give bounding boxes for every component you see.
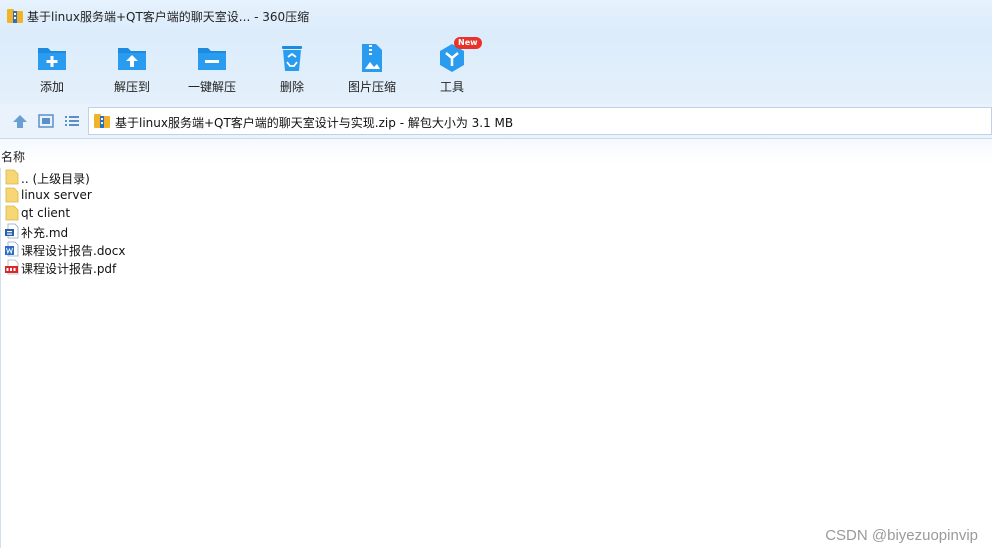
- extract-to-label: 解压到: [113, 80, 150, 94]
- recycle-bin-icon: [282, 46, 302, 71]
- one-click-extract-icon: [198, 48, 226, 70]
- up-arrow-icon[interactable]: [12, 114, 28, 128]
- tools-label: 工具: [439, 80, 464, 94]
- list-item-label: .. (上级目录): [21, 172, 90, 186]
- extract-to-button[interactable]: 解压到: [96, 38, 168, 100]
- list-item-md-file[interactable]: 补充.md: [3, 222, 403, 240]
- delete-button[interactable]: 删除: [256, 38, 328, 100]
- add-button[interactable]: 添加: [16, 38, 88, 100]
- folder-icon: [5, 205, 19, 221]
- image-compress-icon: [362, 44, 382, 72]
- image-compress-button[interactable]: 图片压缩: [336, 38, 408, 100]
- markdown-file-icon: [5, 223, 19, 239]
- 360zip-app-icon: [7, 9, 23, 23]
- add-label: 添加: [39, 80, 64, 94]
- list-item-label: 课程设计报告.pdf: [21, 262, 117, 276]
- one-click-extract-label: 一键解压: [187, 80, 236, 94]
- word-file-icon: [5, 241, 19, 257]
- address-path: 基于linux服务端+QT客户端的聊天室设计与实现.zip - 解包大小为 3.…: [115, 116, 514, 130]
- pdf-file-icon: [5, 259, 19, 275]
- title-bar: 基于linux服务端+QT客户端的聊天室设... - 360压缩: [0, 0, 992, 32]
- window-title: 基于linux服务端+QT客户端的聊天室设... - 360压缩: [27, 10, 310, 24]
- list-item-parent-dir[interactable]: .. (上级目录): [3, 168, 403, 186]
- list-item-docx-file[interactable]: 课程设计报告.docx: [3, 240, 403, 258]
- extract-to-icon: [118, 48, 146, 70]
- one-click-extract-button[interactable]: 一键解压: [176, 38, 248, 100]
- new-badge: New: [454, 37, 482, 49]
- thumbnail-view-icon[interactable]: [38, 114, 54, 128]
- list-view-icon[interactable]: [64, 114, 80, 128]
- column-name-header[interactable]: 名称: [1, 148, 25, 165]
- zip-file-icon: [94, 114, 110, 128]
- address-row: 基于linux服务端+QT客户端的聊天室设计与实现.zip - 解包大小为 3.…: [0, 104, 992, 139]
- tools-button[interactable]: New 工具: [416, 37, 488, 100]
- list-item-label: linux server: [21, 188, 92, 202]
- list-item-qt-client[interactable]: qt client: [3, 204, 403, 222]
- list-item-pdf-file[interactable]: 课程设计报告.pdf: [3, 258, 403, 276]
- file-list: .. (上级目录) linux server qt client 补充.md 课…: [0, 168, 992, 548]
- list-item-label: 课程设计报告.docx: [21, 244, 126, 258]
- image-compress-label: 图片压缩: [347, 80, 396, 94]
- delete-label: 删除: [279, 80, 304, 94]
- list-item-label: qt client: [21, 206, 71, 220]
- folder-icon: [5, 169, 19, 185]
- column-header: 名称: [0, 139, 992, 165]
- list-item-linux-server[interactable]: linux server: [3, 186, 403, 204]
- folder-icon: [5, 187, 19, 203]
- list-item-label: 补充.md: [21, 226, 69, 240]
- add-folder-icon: [38, 48, 66, 70]
- watermark: CSDN @biyezuopinvip: [825, 527, 978, 544]
- address-bar[interactable]: 基于linux服务端+QT客户端的聊天室设计与实现.zip - 解包大小为 3.…: [88, 107, 992, 135]
- toolbar: 添加 解压到 一键解压 删除 图片压缩 New 工具: [0, 32, 992, 104]
